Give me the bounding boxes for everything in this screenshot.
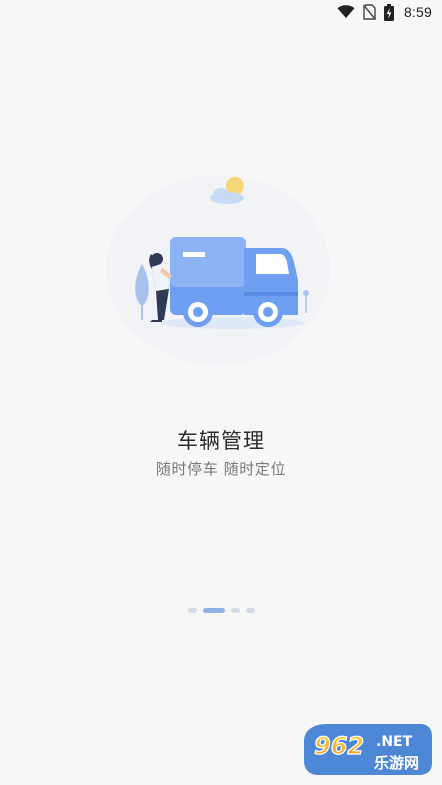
page-indicator	[0, 608, 442, 613]
delivery-truck-illustration	[106, 175, 330, 365]
site-watermark-logo: 962 .NET 乐游网	[304, 724, 432, 775]
ground-shadow	[160, 317, 304, 329]
page-dot	[245, 608, 255, 613]
status-icons: 8:59	[337, 3, 432, 21]
page-dot	[230, 608, 240, 613]
truck-icon	[170, 237, 298, 327]
battery-charging-icon	[383, 3, 394, 21]
onboarding-subtitle: 随时停车 随时定位	[155, 460, 287, 478]
no-sim-icon	[362, 4, 376, 20]
watermark-site: 乐游网	[374, 754, 419, 772]
wifi-icon	[337, 5, 355, 18]
watermark-domain: .NET	[376, 734, 413, 750]
status-time: 8:59	[403, 4, 432, 20]
onboarding-title: 车辆管理	[177, 429, 265, 453]
watermark-number: 962	[314, 732, 364, 760]
page-dot-active	[202, 608, 225, 613]
status-bar: 8:59	[0, 0, 442, 24]
page-dot	[187, 608, 197, 613]
